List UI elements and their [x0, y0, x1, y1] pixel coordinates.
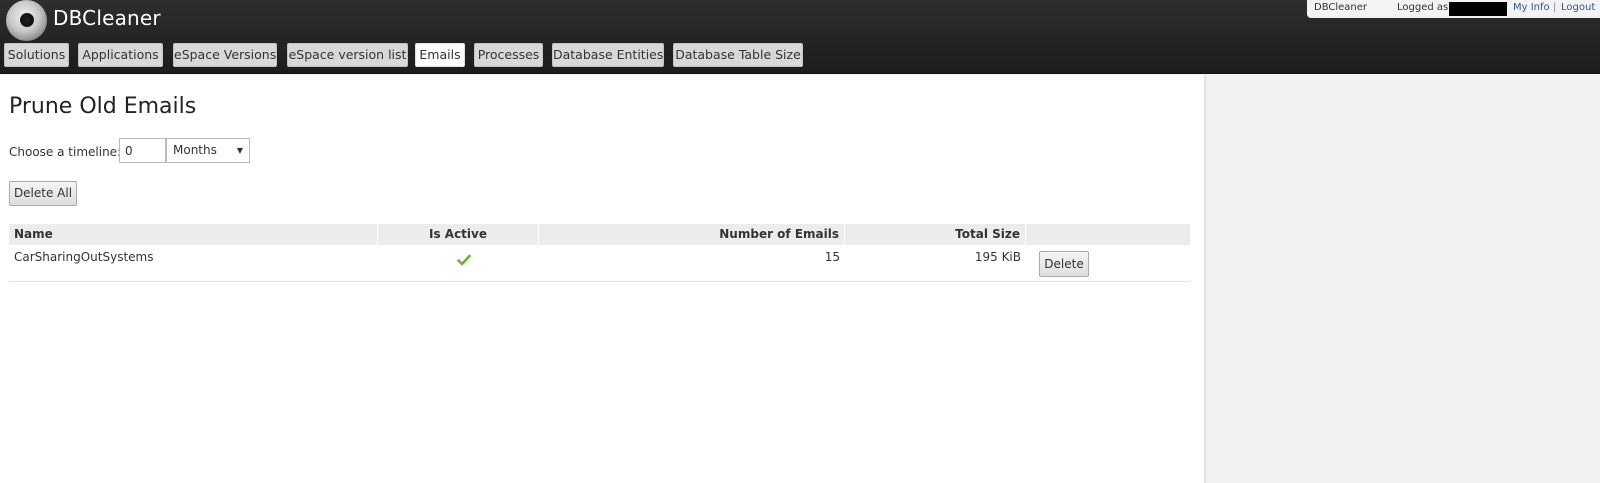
my-info-link[interactable]: My Info [1513, 0, 1550, 16]
cell-name: CarSharingOutSystems [14, 250, 154, 264]
tab-applications[interactable]: Applications [78, 43, 163, 67]
tab-processes[interactable]: Processes [474, 43, 543, 67]
userbox-app-name: DBCleaner [1314, 2, 1368, 13]
timeline-value-input[interactable] [119, 138, 166, 163]
tab-espace-version-list[interactable]: eSpace version list [287, 43, 408, 67]
header-total-size: Total Size [845, 224, 1026, 245]
header-actions [1026, 224, 1190, 245]
table-row: CarSharingOutSystems 15 195 KiB Delete [9, 246, 1190, 282]
right-sidebar [1204, 75, 1600, 483]
logged-as-label: Logged as [1397, 2, 1449, 13]
userbox-separator: | [1553, 2, 1557, 13]
logout-link[interactable]: Logout [1561, 0, 1595, 16]
tab-solutions[interactable]: Solutions [4, 43, 69, 67]
user-info-box: DBCleaner Logged as My Info | Logout [1307, 0, 1600, 18]
disc-logo-icon [6, 0, 47, 41]
tab-database-entities[interactable]: Database Entities [552, 43, 664, 67]
timeline-label: Choose a timeline: [9, 145, 122, 159]
logo-hole [20, 13, 34, 27]
app-title: DBCleaner [53, 6, 161, 30]
page-title: Prune Old Emails [9, 94, 197, 119]
redacted-username [1449, 2, 1507, 16]
triangle-down-icon: ▼ [236, 146, 243, 155]
tab-emails[interactable]: Emails [415, 43, 465, 67]
delete-button[interactable]: Delete [1039, 251, 1089, 277]
main-content: Prune Old Emails Choose a timeline: Mont… [0, 75, 1204, 483]
timeline-unit-value: Months [173, 143, 217, 157]
table-header-row: Name Is Active Number of Emails Total Si… [9, 224, 1190, 245]
delete-all-button[interactable]: Delete All [9, 181, 77, 206]
checkmark-icon [457, 254, 471, 266]
top-header: DBCleaner DBCleaner Logged as My Info | … [0, 0, 1600, 74]
tab-database-table-size[interactable]: Database Table Size [673, 43, 803, 67]
cell-number-of-emails: 15 [824, 250, 840, 264]
header-number-of-emails: Number of Emails [539, 224, 845, 245]
timeline-unit-select[interactable]: Months ▼ [166, 138, 250, 163]
header-is-active: Is Active [378, 224, 539, 245]
cell-total-size: 195 KiB [974, 250, 1021, 264]
header-name: Name [9, 224, 378, 245]
tab-espace-versions[interactable]: eSpace Versions [173, 43, 277, 67]
